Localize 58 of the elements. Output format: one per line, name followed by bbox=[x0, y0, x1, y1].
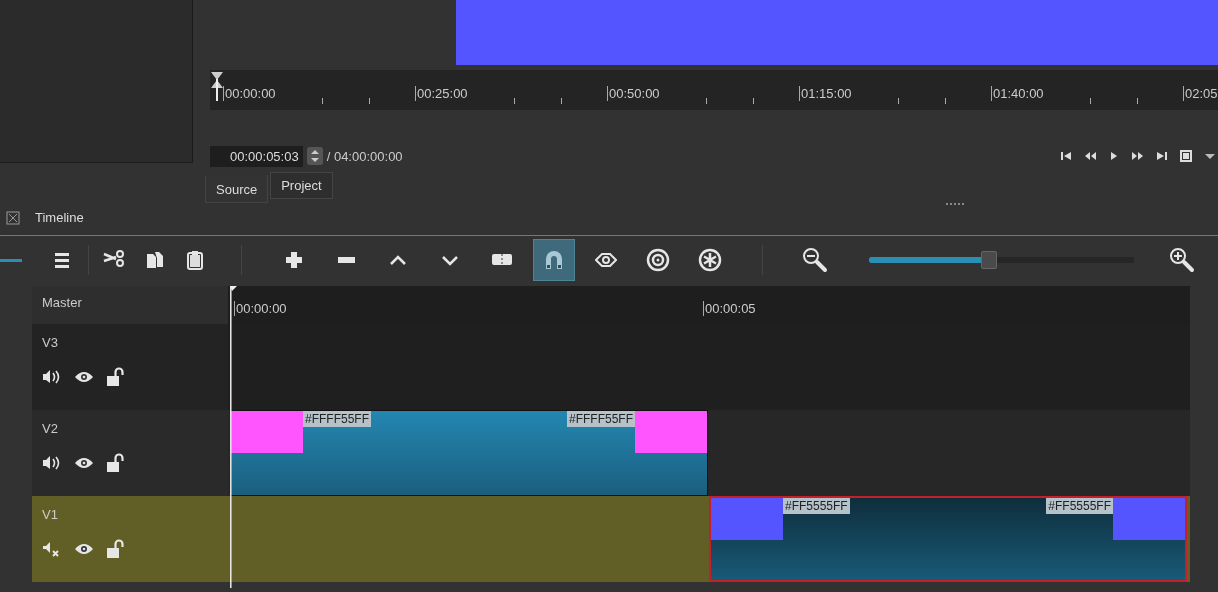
duration-label: / 04:00:00:00 bbox=[326, 148, 403, 164]
tick-label: 00:25:00 bbox=[415, 86, 468, 101]
clip-label: #FFFF55FF bbox=[303, 411, 371, 427]
timecode-field[interactable]: 00:00:05:03 bbox=[210, 145, 303, 167]
tick-label: 00:50:00 bbox=[607, 86, 660, 101]
skip-start-icon[interactable] bbox=[1060, 150, 1072, 162]
slider-fill[interactable] bbox=[0, 258, 22, 262]
muted-speaker-icon[interactable] bbox=[42, 541, 62, 557]
target-icon bbox=[646, 248, 670, 272]
fullscreen-icon[interactable] bbox=[1180, 150, 1192, 162]
fast-forward-icon[interactable] bbox=[1132, 150, 1144, 162]
open-padlock-icon[interactable] bbox=[106, 367, 124, 387]
time-ruler[interactable]: 00:00:00 00:25:00 00:50:00 01:15:00 01:40:00 02:05 bbox=[210, 70, 1218, 110]
skip-end-icon[interactable] bbox=[1156, 150, 1168, 162]
video-clip[interactable]: #FF5555FF #FF5555FF bbox=[709, 496, 1187, 582]
track-header[interactable]: V3 bbox=[32, 324, 228, 410]
track-header[interactable]: V1 bbox=[32, 496, 228, 582]
track-lane[interactable]: #FF5555FF #FF5555FF bbox=[228, 496, 1190, 582]
resize-grip-icon[interactable] bbox=[945, 203, 966, 206]
plus-icon bbox=[284, 250, 304, 270]
track-name: Master bbox=[42, 295, 83, 310]
eye-icon[interactable] bbox=[74, 456, 94, 470]
clip-label: #FF5555FF bbox=[1046, 498, 1113, 514]
tick-label: 02:05 bbox=[1183, 86, 1218, 101]
track-lane[interactable]: #FFFF55FF #FFFF55FF bbox=[228, 410, 1190, 496]
video-clip[interactable]: #FFFF55FF #FFFF55FF bbox=[230, 410, 708, 496]
open-padlock-icon[interactable] bbox=[106, 453, 124, 473]
tick-label: 01:40:00 bbox=[991, 86, 1044, 101]
track-name: V3 bbox=[42, 335, 59, 350]
asterisk-icon bbox=[698, 248, 722, 272]
zoom-in-icon bbox=[1169, 247, 1195, 273]
rewind-icon[interactable] bbox=[1084, 150, 1096, 162]
zoom-out-icon bbox=[802, 247, 828, 273]
track-header[interactable]: V2 bbox=[32, 410, 228, 496]
eye-icon[interactable] bbox=[74, 542, 94, 556]
speaker-icon[interactable] bbox=[42, 369, 62, 385]
panel-title: Timeline bbox=[35, 210, 84, 225]
tick-label: 00:00:00 bbox=[223, 86, 276, 101]
clip-label: #FFFF55FF bbox=[567, 411, 635, 427]
clip-label: #FF5555FF bbox=[783, 498, 850, 514]
tick-label: 01:15:00 bbox=[799, 86, 852, 101]
close-icon[interactable] bbox=[6, 210, 20, 225]
speaker-icon[interactable] bbox=[42, 455, 62, 471]
track-name: V2 bbox=[42, 421, 59, 436]
eye-icon[interactable] bbox=[74, 370, 94, 384]
playhead-marker-icon[interactable] bbox=[211, 71, 223, 101]
timeline-ruler[interactable]: 00:00:00 00:00:05 bbox=[228, 286, 1190, 324]
clipboard-icon bbox=[185, 250, 205, 270]
tab[interactable]: Project bbox=[270, 172, 333, 199]
slider-thumb[interactable] bbox=[981, 251, 998, 269]
tick-label: 00:00:05 bbox=[703, 301, 1168, 316]
magnet-icon bbox=[543, 249, 565, 271]
magnet-button[interactable] bbox=[533, 239, 575, 281]
track-name: V1 bbox=[42, 507, 59, 522]
menu-icon bbox=[52, 250, 72, 270]
tick-label: 00:00:00 bbox=[234, 301, 699, 316]
copy-icon bbox=[145, 250, 165, 270]
tab[interactable]: Source bbox=[205, 175, 269, 203]
